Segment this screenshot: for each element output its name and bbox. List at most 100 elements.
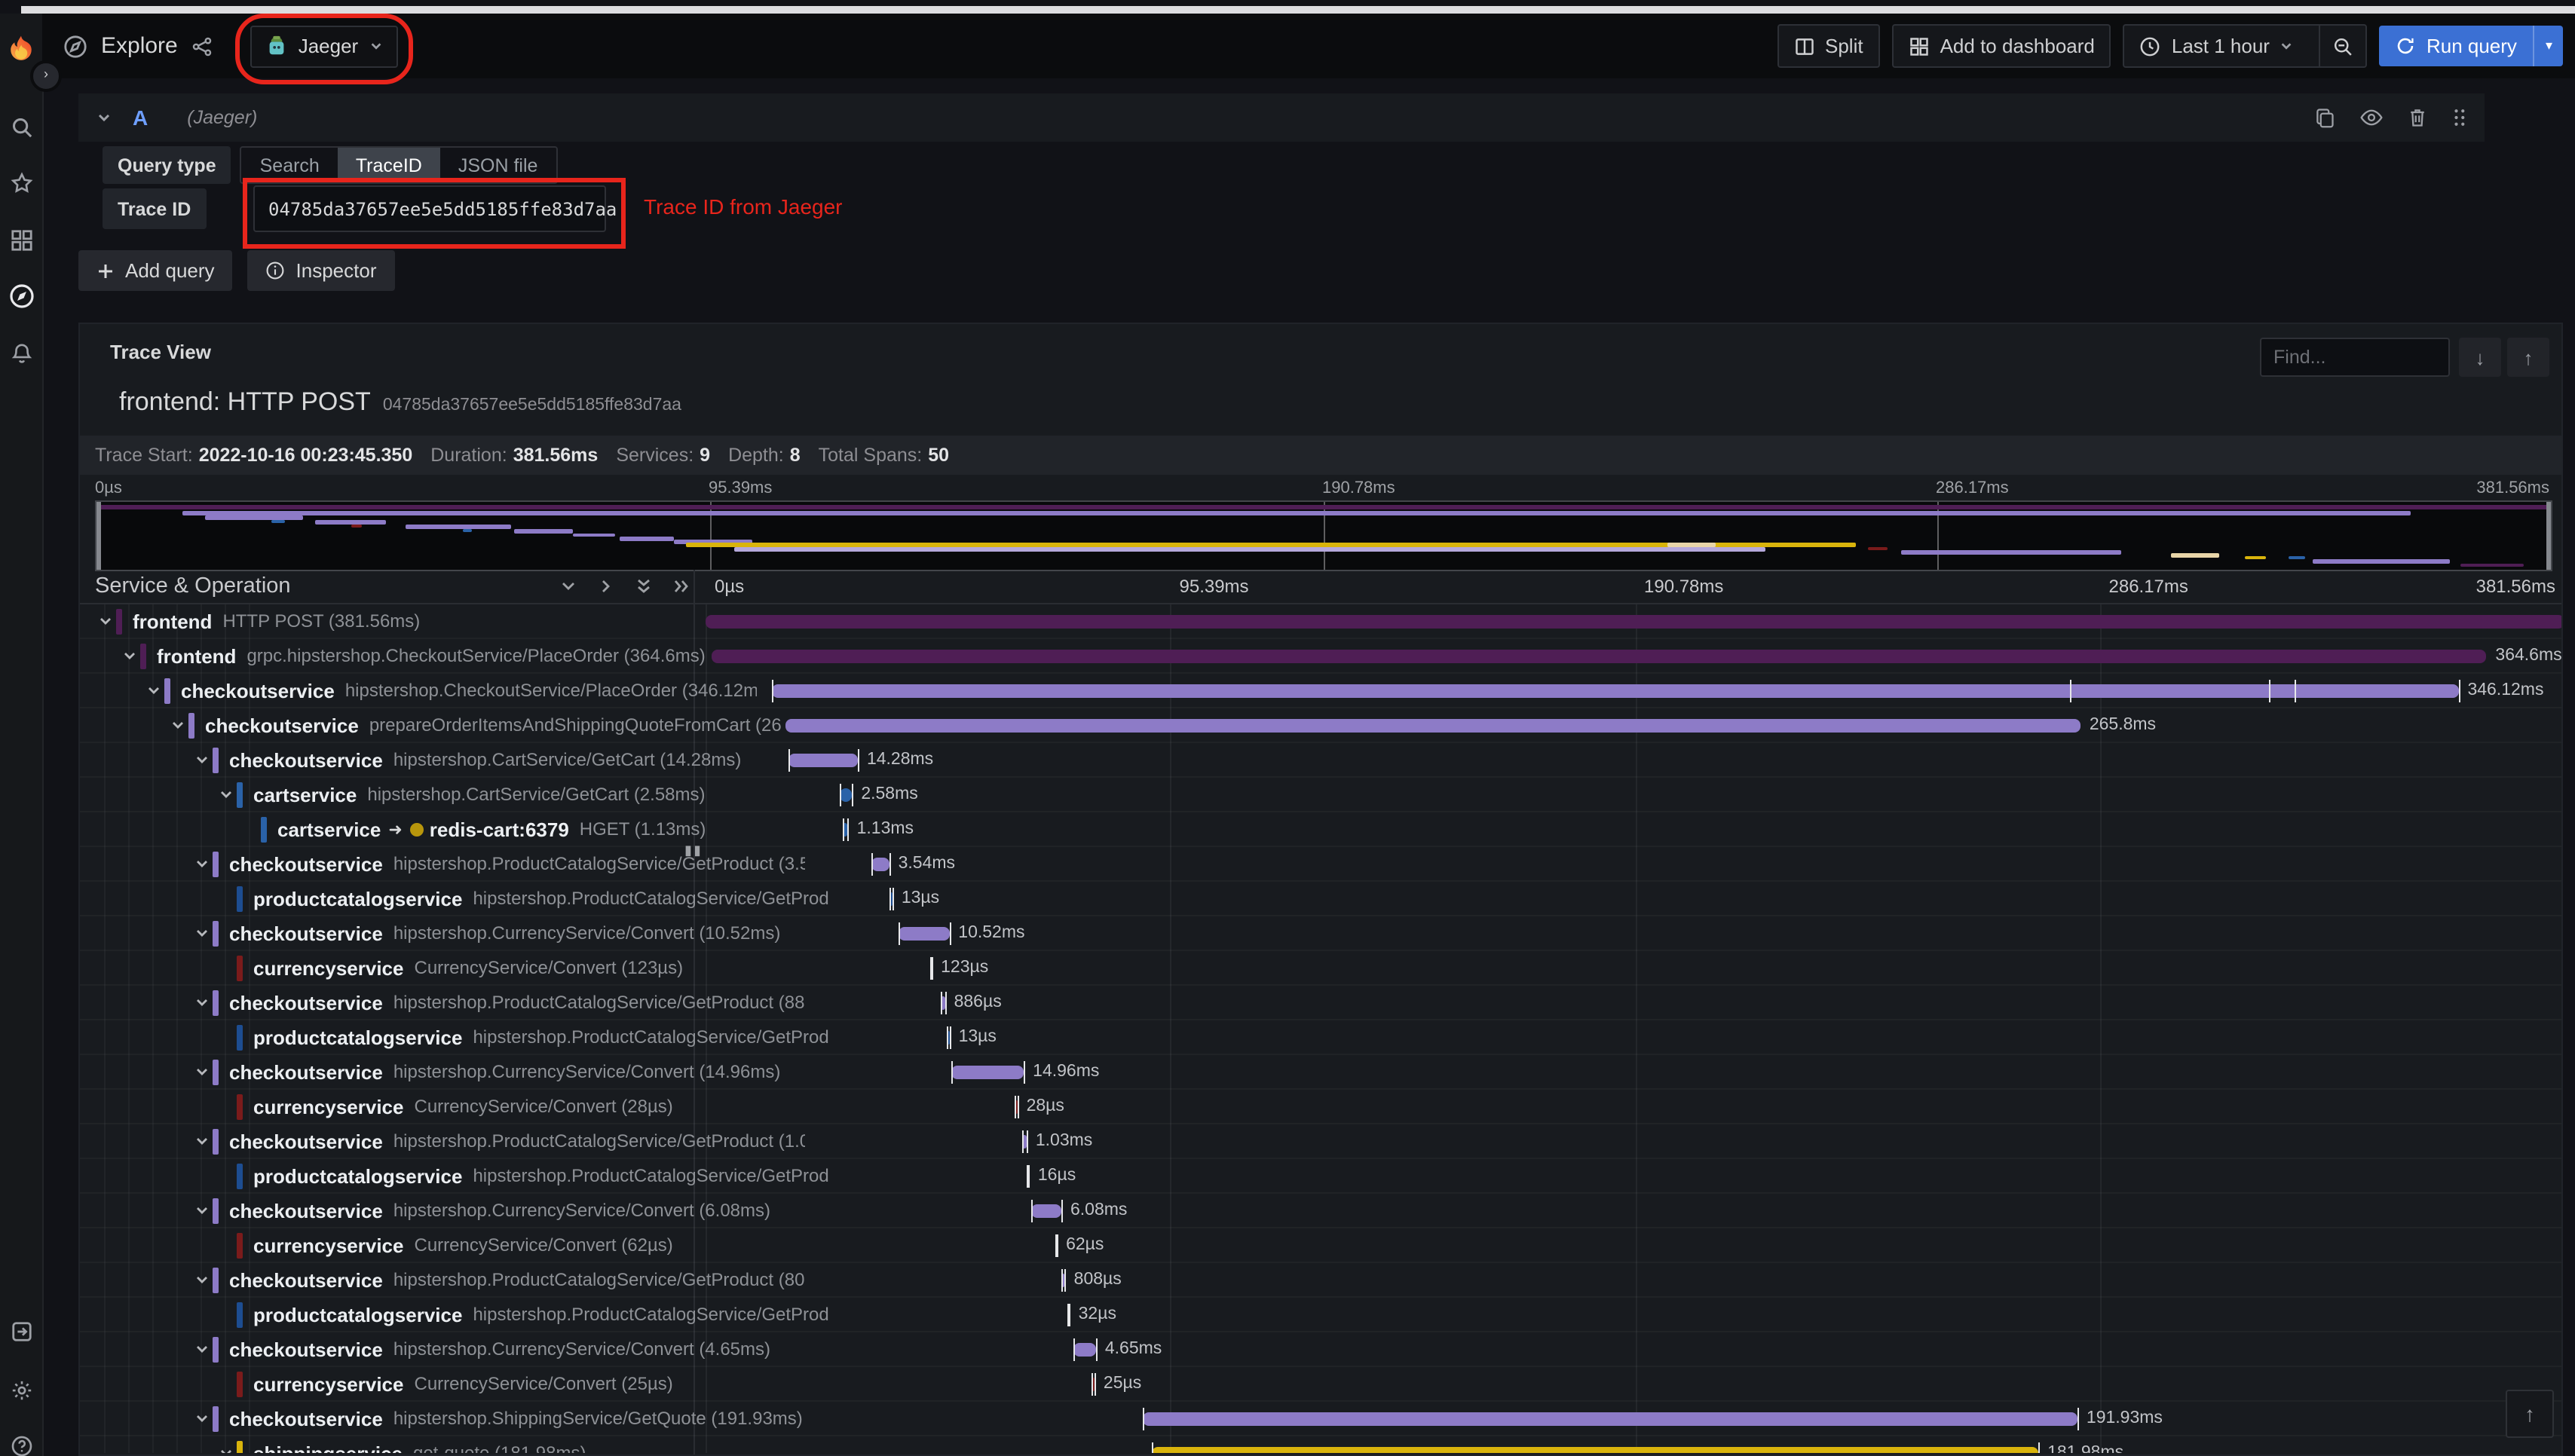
span-row-label[interactable]: frontend HTTP POST (381.56ms) [80, 604, 709, 638]
tab-json-file[interactable]: JSON file [440, 148, 556, 182]
run-query-button[interactable]: Run query ▾ [2379, 26, 2563, 66]
row-chevron-down-icon[interactable] [191, 1272, 213, 1287]
row-chevron-down-icon[interactable] [191, 1064, 213, 1079]
span-row[interactable]: checkoutservice hipstershop.ShippingServi… [80, 1402, 2561, 1436]
row-chevron-down-icon[interactable] [216, 787, 237, 802]
time-range-picker[interactable]: Last 1 hour [2123, 24, 2368, 68]
row-chevron-down-icon[interactable] [216, 1445, 237, 1453]
row-chevron-down-icon[interactable] [95, 613, 116, 629]
row-chevron-down-icon[interactable] [191, 995, 213, 1010]
tab-search[interactable]: Search [242, 148, 338, 182]
split-button[interactable]: Split [1777, 24, 1880, 68]
row-chevron-down-icon[interactable] [167, 717, 188, 733]
span-duration-bar[interactable] [772, 684, 2459, 698]
duplicate-query-icon[interactable] [2314, 107, 2335, 128]
span-row[interactable]: checkoutservice hipstershop.CurrencyServi… [80, 1194, 2561, 1228]
span-row[interactable]: cartservice hipstershop.CartService/GetCa… [80, 778, 2561, 812]
span-duration-bar[interactable] [711, 650, 2487, 663]
zoom-out-time-button[interactable] [2319, 26, 2366, 66]
span-row[interactable]: checkoutservice hipstershop.CheckoutServi… [80, 674, 2561, 708]
minimap-viewport-handle[interactable] [96, 502, 101, 570]
expand-one-icon[interactable] [597, 577, 615, 595]
find-next-button[interactable]: ↓ [2459, 338, 2501, 377]
explore-icon[interactable] [0, 277, 42, 314]
expand-all-icon[interactable] [672, 577, 690, 595]
row-chevron-down-icon[interactable] [191, 1411, 213, 1426]
span-row[interactable]: currencyservice CurrencyService/Convert (… [80, 1228, 2561, 1263]
span-row[interactable]: checkoutservice hipstershop.ProductCatalo… [80, 1124, 2561, 1159]
span-row[interactable]: checkoutservice hipstershop.ProductCatalo… [80, 847, 2561, 882]
minimap-viewport-handle[interactable] [2546, 502, 2551, 570]
inspector-button[interactable]: Inspector [247, 250, 395, 291]
add-to-dashboard-button[interactable]: Add to dashboard [1891, 24, 2111, 68]
span-duration-bar[interactable] [839, 788, 853, 802]
span-row[interactable]: currencyservice CurrencyService/Convert (… [80, 1090, 2561, 1124]
span-row[interactable]: checkoutservice hipstershop.CurrencyServi… [80, 1332, 2561, 1367]
collapse-one-icon[interactable] [559, 577, 577, 595]
span-row[interactable]: checkoutservice hipstershop.CurrencyServi… [80, 916, 2561, 951]
find-input[interactable]: Find... [2260, 338, 2450, 377]
collapse-all-icon[interactable] [635, 577, 653, 595]
trace-minimap[interactable] [95, 500, 2552, 571]
drag-handle-icon[interactable] [2451, 107, 2466, 128]
span-duration-bar[interactable] [1151, 1447, 2039, 1453]
delete-query-trash-icon[interactable] [2408, 107, 2427, 128]
share-icon[interactable] [191, 35, 213, 57]
sidebar-expand-button[interactable]: › [30, 60, 62, 92]
span-row-label[interactable]: checkoutservice hipstershop.CheckoutServi… [80, 674, 757, 707]
span-row[interactable]: cartservice ➜ redis-cart:6379 HGET (1.13ms)… [80, 812, 2561, 847]
dashboards-icon[interactable] [0, 222, 42, 258]
time-range-main[interactable]: Last 1 hour [2125, 26, 2309, 66]
span-row[interactable]: frontend grpc.hipstershop.CheckoutService… [80, 639, 2561, 674]
row-chevron-down-icon[interactable] [191, 856, 213, 871]
row-chevron-down-icon[interactable] [191, 925, 213, 941]
span-row[interactable]: checkoutservice prepareOrderItemsAndShipp… [80, 708, 2561, 743]
span-row[interactable]: productcatalogservice hipstershop.Product… [80, 1298, 2561, 1332]
span-row[interactable]: checkoutservice hipstershop.CurrencyServi… [80, 1055, 2561, 1090]
span-duration-bar[interactable] [785, 719, 2081, 733]
help-icon[interactable] [0, 1427, 42, 1456]
toggle-visibility-eye-icon[interactable] [2359, 107, 2384, 128]
row-chevron-down-icon[interactable] [191, 1341, 213, 1357]
span-row[interactable]: currencyservice CurrencyService/Convert (… [80, 951, 2561, 986]
span-row-label[interactable]: checkoutservice prepareOrderItemsAndShipp… [80, 708, 781, 742]
datasource-picker[interactable]: Jaeger [250, 25, 398, 67]
span-duration-bar[interactable] [871, 858, 889, 871]
starred-icon[interactable] [0, 164, 42, 200]
span-row[interactable]: productcatalogservice hipstershop.Product… [80, 1159, 2561, 1194]
search-icon[interactable] [0, 109, 42, 145]
span-duration-bar[interactable] [951, 1066, 1024, 1079]
tab-traceid[interactable]: TraceID [337, 148, 440, 182]
span-duration-bar[interactable] [898, 927, 950, 941]
add-query-button[interactable]: Add query [78, 250, 233, 291]
find-prev-button[interactable]: ↑ [2507, 338, 2549, 377]
query-row-header[interactable]: A (Jaeger) [78, 93, 2485, 142]
scroll-to-top-button[interactable]: ↑ [2506, 1390, 2554, 1438]
span-row[interactable]: currencyservice CurrencyService/Convert (… [80, 1367, 2561, 1402]
row-chevron-down-icon[interactable] [119, 648, 140, 663]
span-row-label[interactable]: frontend grpc.hipstershop.CheckoutService… [80, 639, 733, 672]
collapse-chevron-icon[interactable] [96, 110, 112, 125]
sign-in-icon[interactable] [0, 1313, 42, 1349]
span-row[interactable]: checkoutservice hipstershop.ProductCatalo… [80, 986, 2561, 1020]
grafana-logo-icon[interactable] [5, 33, 38, 66]
row-chevron-down-icon[interactable] [143, 683, 164, 698]
row-chevron-down-icon[interactable] [191, 752, 213, 767]
trace-id-input[interactable]: 04785da37657ee5e5dd5185ffe83d7aa [253, 185, 617, 232]
span-duration-bar[interactable] [1142, 1412, 2077, 1426]
span-row[interactable]: shippingservice get-quote (181.98ms) 181.9… [80, 1436, 2561, 1453]
span-row[interactable]: productcatalogservice hipstershop.Product… [80, 1020, 2561, 1055]
span-duration-bar[interactable] [788, 754, 858, 767]
span-row[interactable]: frontend HTTP POST (381.56ms) [80, 604, 2561, 639]
alerting-icon[interactable] [0, 335, 42, 371]
span-row[interactable]: checkoutservice hipstershop.CartService/G… [80, 743, 2561, 778]
span-row[interactable]: checkoutservice hipstershop.ProductCatalo… [80, 1263, 2561, 1298]
run-query-dropdown[interactable]: ▾ [2533, 26, 2563, 66]
span-duration-bar[interactable] [1031, 1204, 1061, 1218]
span-duration-bar[interactable] [1073, 1343, 1096, 1357]
span-duration-bar[interactable] [706, 615, 2561, 629]
row-chevron-down-icon[interactable] [191, 1203, 213, 1218]
settings-gear-icon[interactable] [0, 1372, 42, 1408]
span-row[interactable]: productcatalogservice hipstershop.Product… [80, 882, 2561, 916]
row-chevron-down-icon[interactable] [191, 1133, 213, 1149]
